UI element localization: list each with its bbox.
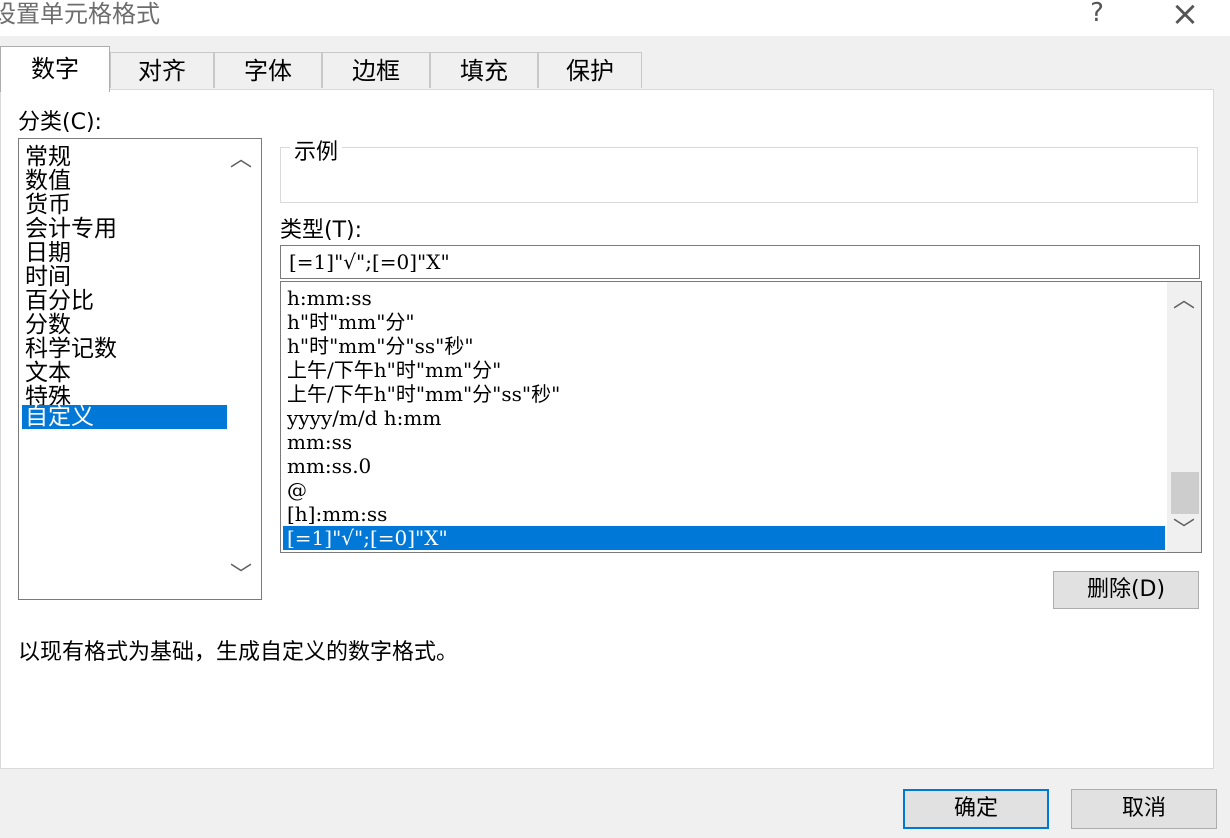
sample-box [280, 147, 1198, 203]
format-hint: 以现有格式为基础，生成自定义的数字格式。 [18, 640, 459, 665]
format-item[interactable]: h"时"mm"分" [287, 310, 415, 334]
chevron-down-icon[interactable]: ﹀ [1172, 520, 1196, 542]
category-item-general[interactable]: 常规 [25, 145, 71, 169]
category-item-date[interactable]: 日期 [25, 241, 71, 265]
category-item-scientific[interactable]: 科学记数 [25, 337, 117, 361]
category-list[interactable]: 常规 数值 货币 会计专用 日期 时间 百分比 分数 科学记数 文本 特殊 自定… [18, 138, 262, 600]
category-item-time[interactable]: 时间 [25, 265, 71, 289]
format-item[interactable]: h:mm:ss [287, 286, 372, 310]
close-icon[interactable]: × [1168, 0, 1202, 34]
format-item[interactable]: mm:ss.0 [287, 454, 371, 478]
sample-label: 示例 [290, 134, 343, 166]
type-label: 类型(T): [280, 218, 363, 243]
category-item-currency[interactable]: 货币 [25, 193, 71, 217]
chevron-down-icon[interactable]: ﹀ [229, 565, 253, 587]
format-list-scrollbar[interactable]: ︿ ﹀ [1167, 282, 1201, 552]
category-item-fraction[interactable]: 分数 [25, 313, 71, 337]
title-bar: 设置单元格格式 ? × [0, 0, 1230, 36]
dialog-title: 设置单元格格式 [0, 0, 160, 28]
tab-fill[interactable]: 填充 [430, 52, 538, 88]
format-item[interactable]: mm:ss [287, 430, 352, 454]
tab-number[interactable]: 数字 [0, 46, 110, 92]
type-input[interactable]: [=1]"√";[=0]"X" [280, 245, 1200, 279]
category-item-text[interactable]: 文本 [25, 361, 71, 385]
tab-protection[interactable]: 保护 [538, 52, 642, 88]
category-label: 分类(C): [18, 110, 102, 135]
format-item[interactable]: 上午/下午h"时"mm"分"ss"秒" [287, 382, 560, 406]
cancel-button[interactable]: 取消 [1071, 789, 1217, 829]
format-item[interactable]: @ [287, 478, 307, 502]
tab-border[interactable]: 边框 [322, 52, 430, 88]
tab-bar: 数字 对齐 字体 边框 填充 保护 [0, 38, 1230, 92]
category-item-accounting[interactable]: 会计专用 [25, 217, 117, 241]
format-item[interactable]: h"时"mm"分"ss"秒" [287, 334, 474, 358]
tab-font[interactable]: 字体 [214, 52, 322, 88]
format-item-selected[interactable]: [=1]"√";[=0]"X" [283, 526, 1165, 550]
category-item-custom[interactable]: 自定义 [22, 405, 227, 429]
chevron-up-icon[interactable]: ︿ [1172, 290, 1196, 312]
delete-button[interactable]: 删除(D) [1053, 571, 1199, 609]
scrollbar-thumb[interactable] [1171, 472, 1199, 514]
format-item[interactable]: 上午/下午h"时"mm"分" [287, 358, 501, 382]
chevron-up-icon[interactable]: ︿ [229, 149, 253, 171]
help-icon[interactable]: ? [1084, 0, 1110, 28]
ok-button[interactable]: 确定 [903, 789, 1049, 829]
format-item[interactable]: yyyy/m/d h:mm [287, 406, 441, 430]
format-list[interactable]: h:mm:ss h"时"mm"分" h"时"mm"分"ss"秒" 上午/下午h"… [280, 281, 1202, 553]
format-item[interactable]: [h]:mm:ss [287, 502, 387, 526]
category-item-number[interactable]: 数值 [25, 169, 71, 193]
tab-alignment[interactable]: 对齐 [110, 52, 214, 88]
category-item-percentage[interactable]: 百分比 [25, 289, 94, 313]
